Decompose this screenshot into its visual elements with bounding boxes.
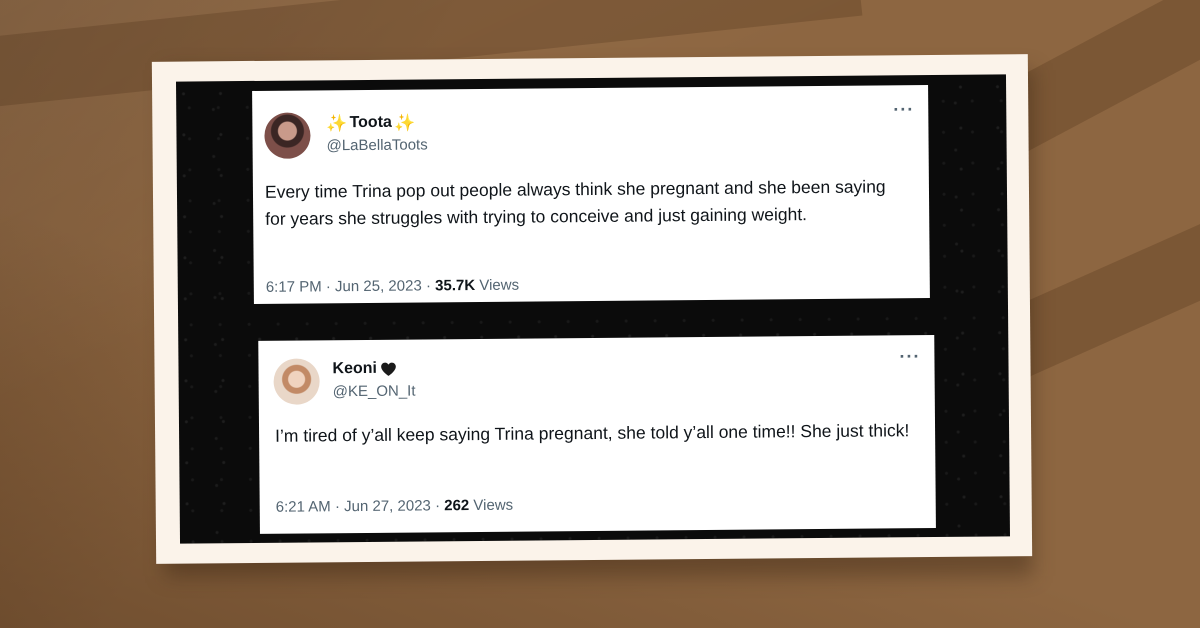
tweet-text: I’m tired of y’all keep saying Trina pre…	[275, 420, 910, 446]
more-options-icon[interactable]: ···	[899, 346, 920, 366]
user-handle[interactable]: @KE_ON_It	[333, 383, 416, 401]
sparkles-icon: ✨	[393, 113, 416, 133]
tweet-meta: 6:21 AM · Jun 27, 2023 · 262 Views	[276, 497, 514, 516]
display-name-text: Keoni	[332, 359, 378, 378]
tweet-card[interactable]: ✨ Toota ✨ @LaBellaToots ··· Every time T…	[252, 85, 930, 304]
polaroid-frame: ✨ Toota ✨ @LaBellaToots ··· Every time T…	[151, 54, 1033, 564]
sparkles-icon: ✨	[326, 113, 348, 133]
separator: ·	[325, 278, 331, 296]
tweet-meta: 6:17 PM · Jun 25, 2023 · 35.7K Views	[266, 277, 519, 296]
separator: ·	[434, 497, 441, 515]
views-label: Views	[479, 276, 520, 294]
views-count[interactable]: 262	[444, 497, 469, 514]
display-name[interactable]: Keoni	[332, 360, 397, 379]
avatar[interactable]	[264, 112, 311, 159]
views-count[interactable]: 35.7K	[435, 277, 475, 294]
separator: ·	[425, 277, 432, 295]
tweet-collage: ✨ Toota ✨ @LaBellaToots ··· Every time T…	[175, 74, 1010, 544]
avatar[interactable]	[273, 358, 320, 405]
tweet-text: Every time Trina pop out people always t…	[264, 176, 886, 229]
display-name-text: Toota	[349, 113, 392, 132]
user-handle[interactable]: @LaBellaToots	[326, 136, 427, 154]
tweet-time[interactable]: 6:21 AM	[276, 498, 331, 515]
black-heart-icon	[381, 362, 397, 376]
views-label: Views	[473, 496, 514, 515]
more-options-icon[interactable]: ···	[893, 99, 914, 119]
tweet-time[interactable]: 6:17 PM	[266, 278, 322, 295]
tweet-card[interactable]: Keoni @KE_ON_It ··· I’m tired of y’all k…	[258, 335, 936, 534]
display-name[interactable]: ✨ Toota ✨	[326, 113, 416, 133]
tweet-date[interactable]: Jun 25, 2023	[335, 277, 422, 295]
separator: ·	[334, 498, 341, 516]
tweet-date[interactable]: Jun 27, 2023	[344, 497, 431, 515]
